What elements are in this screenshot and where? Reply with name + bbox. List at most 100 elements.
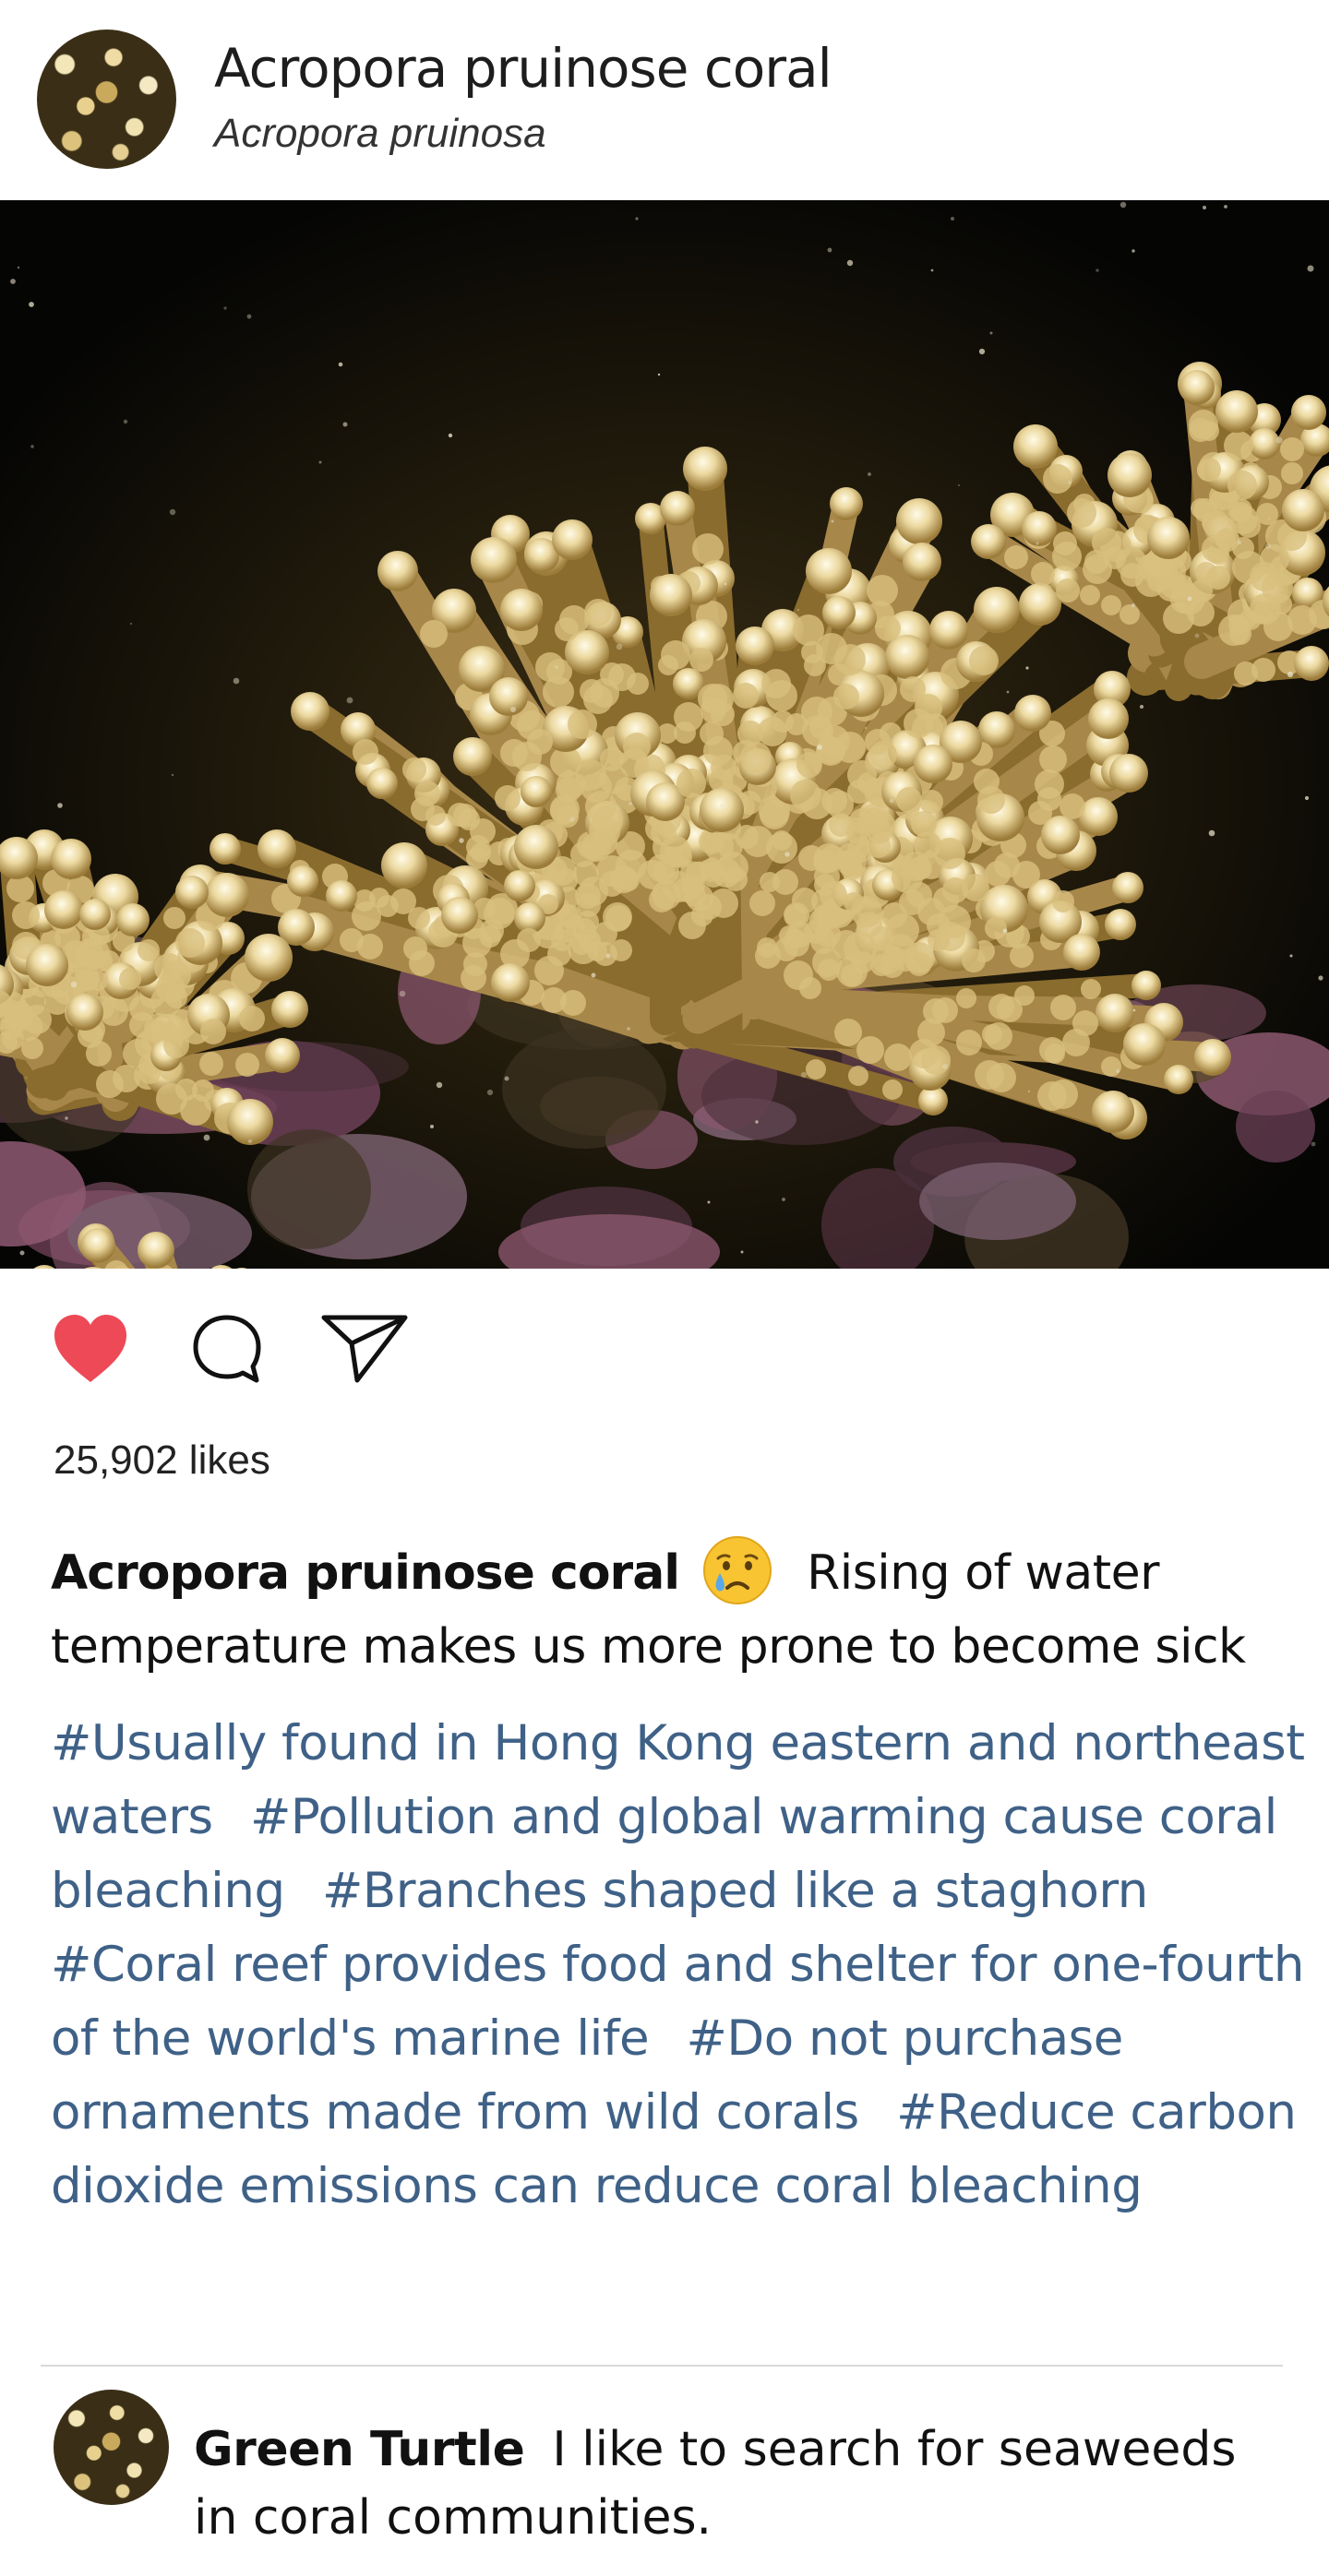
rock-patch [1236, 1091, 1315, 1163]
corallite [847, 760, 877, 790]
branch-tip [1013, 424, 1058, 469]
branch-tip [885, 635, 929, 679]
water-particle [504, 1076, 509, 1081]
corallite [610, 939, 632, 961]
corallite [527, 729, 553, 755]
corallite [806, 1059, 826, 1079]
commenter-username[interactable]: Green Turtle [194, 2422, 525, 2477]
action-bar [0, 1301, 1329, 1402]
corallite [1101, 1056, 1121, 1077]
branch-tip [227, 1099, 273, 1145]
water-particle [1268, 518, 1270, 519]
water-particle [342, 422, 348, 427]
like-count[interactable]: 25,902 likes [54, 1437, 270, 1484]
post-header: Acropora pruinose coral Acropora pruinos… [0, 0, 1329, 200]
branch-tip [245, 934, 293, 982]
branch-tip [650, 574, 692, 616]
post-photo[interactable] [0, 200, 1329, 1269]
commenter-avatar[interactable] [54, 2390, 169, 2505]
profile-name[interactable]: Acropora pruinose coral [214, 37, 832, 100]
corallite [757, 937, 777, 958]
corallite [163, 907, 186, 929]
water-particle [1289, 954, 1293, 958]
corallite [836, 850, 862, 876]
branch-tip [1108, 453, 1152, 497]
corallite [733, 683, 759, 709]
corallite [766, 832, 797, 864]
corallite [1039, 745, 1067, 773]
branch-tip [326, 880, 357, 912]
branch-tip [974, 587, 1020, 633]
corallite [579, 930, 601, 952]
water-particle [1131, 603, 1135, 607]
corallite [471, 842, 491, 863]
corallite [408, 907, 430, 929]
corallite [884, 1044, 912, 1071]
water-particle [591, 972, 596, 978]
corallite [834, 1019, 862, 1046]
corallite [463, 952, 487, 976]
corallite [377, 895, 399, 917]
corallite [1043, 464, 1072, 494]
corallite [1062, 1029, 1090, 1056]
branch-tip [257, 829, 296, 868]
branch-tip [700, 788, 744, 832]
corallite [875, 615, 901, 641]
branch-tip [1194, 1039, 1231, 1076]
corallite [568, 710, 597, 739]
water-particle [486, 1089, 494, 1096]
profile-avatar[interactable] [37, 30, 176, 169]
corallite [480, 919, 504, 943]
corallite [834, 644, 866, 675]
corallite [353, 739, 378, 765]
corallite [1193, 498, 1217, 522]
water-particle [627, 1027, 630, 1031]
corallite [802, 715, 833, 746]
corallite [982, 1024, 1002, 1044]
branch-tip [521, 776, 552, 807]
paper-plane-icon[interactable] [320, 1312, 409, 1386]
corallite [592, 829, 617, 855]
corallite [1227, 471, 1257, 500]
corallite [904, 709, 933, 738]
corallite [1228, 505, 1258, 534]
water-particle [707, 1200, 711, 1204]
branch-tip [914, 745, 952, 783]
corallite [1031, 562, 1055, 586]
corallite [917, 898, 945, 925]
corallite [712, 858, 741, 888]
corallite [758, 717, 787, 746]
corallite [997, 996, 1023, 1022]
comment-bubble-icon[interactable] [190, 1312, 264, 1386]
water-particle [1116, 1069, 1119, 1073]
water-particle [784, 852, 790, 857]
water-particle [1202, 205, 1207, 210]
corallite [200, 1019, 226, 1044]
caption-username[interactable]: Acropora pruinose coral [51, 1545, 680, 1601]
branch-tip [1147, 517, 1190, 559]
branch-tip [26, 944, 68, 986]
branch-tip [1022, 511, 1057, 546]
branch-tip [1063, 934, 1100, 971]
corallite [154, 953, 184, 983]
hashtag-link[interactable]: #Branches shaped like a staghorn [322, 1863, 1148, 1919]
corallite [1272, 594, 1292, 614]
corallite [1037, 787, 1061, 811]
water-particle [1287, 671, 1294, 678]
branch-tip [971, 524, 1006, 559]
water-particle [831, 519, 834, 523]
branch-tip [504, 870, 535, 901]
corallite [820, 881, 847, 909]
heart-icon[interactable] [51, 1312, 130, 1386]
corallite [896, 787, 922, 813]
corallite [649, 887, 675, 912]
branch-tip [500, 589, 543, 631]
branch-tip [51, 839, 91, 879]
corallite [674, 702, 703, 732]
branch-tip [1096, 994, 1134, 1032]
corallite [977, 786, 1005, 814]
corallite [851, 896, 882, 927]
corallite [1281, 462, 1303, 484]
branch-tip [453, 737, 492, 776]
water-particle [800, 1071, 808, 1079]
